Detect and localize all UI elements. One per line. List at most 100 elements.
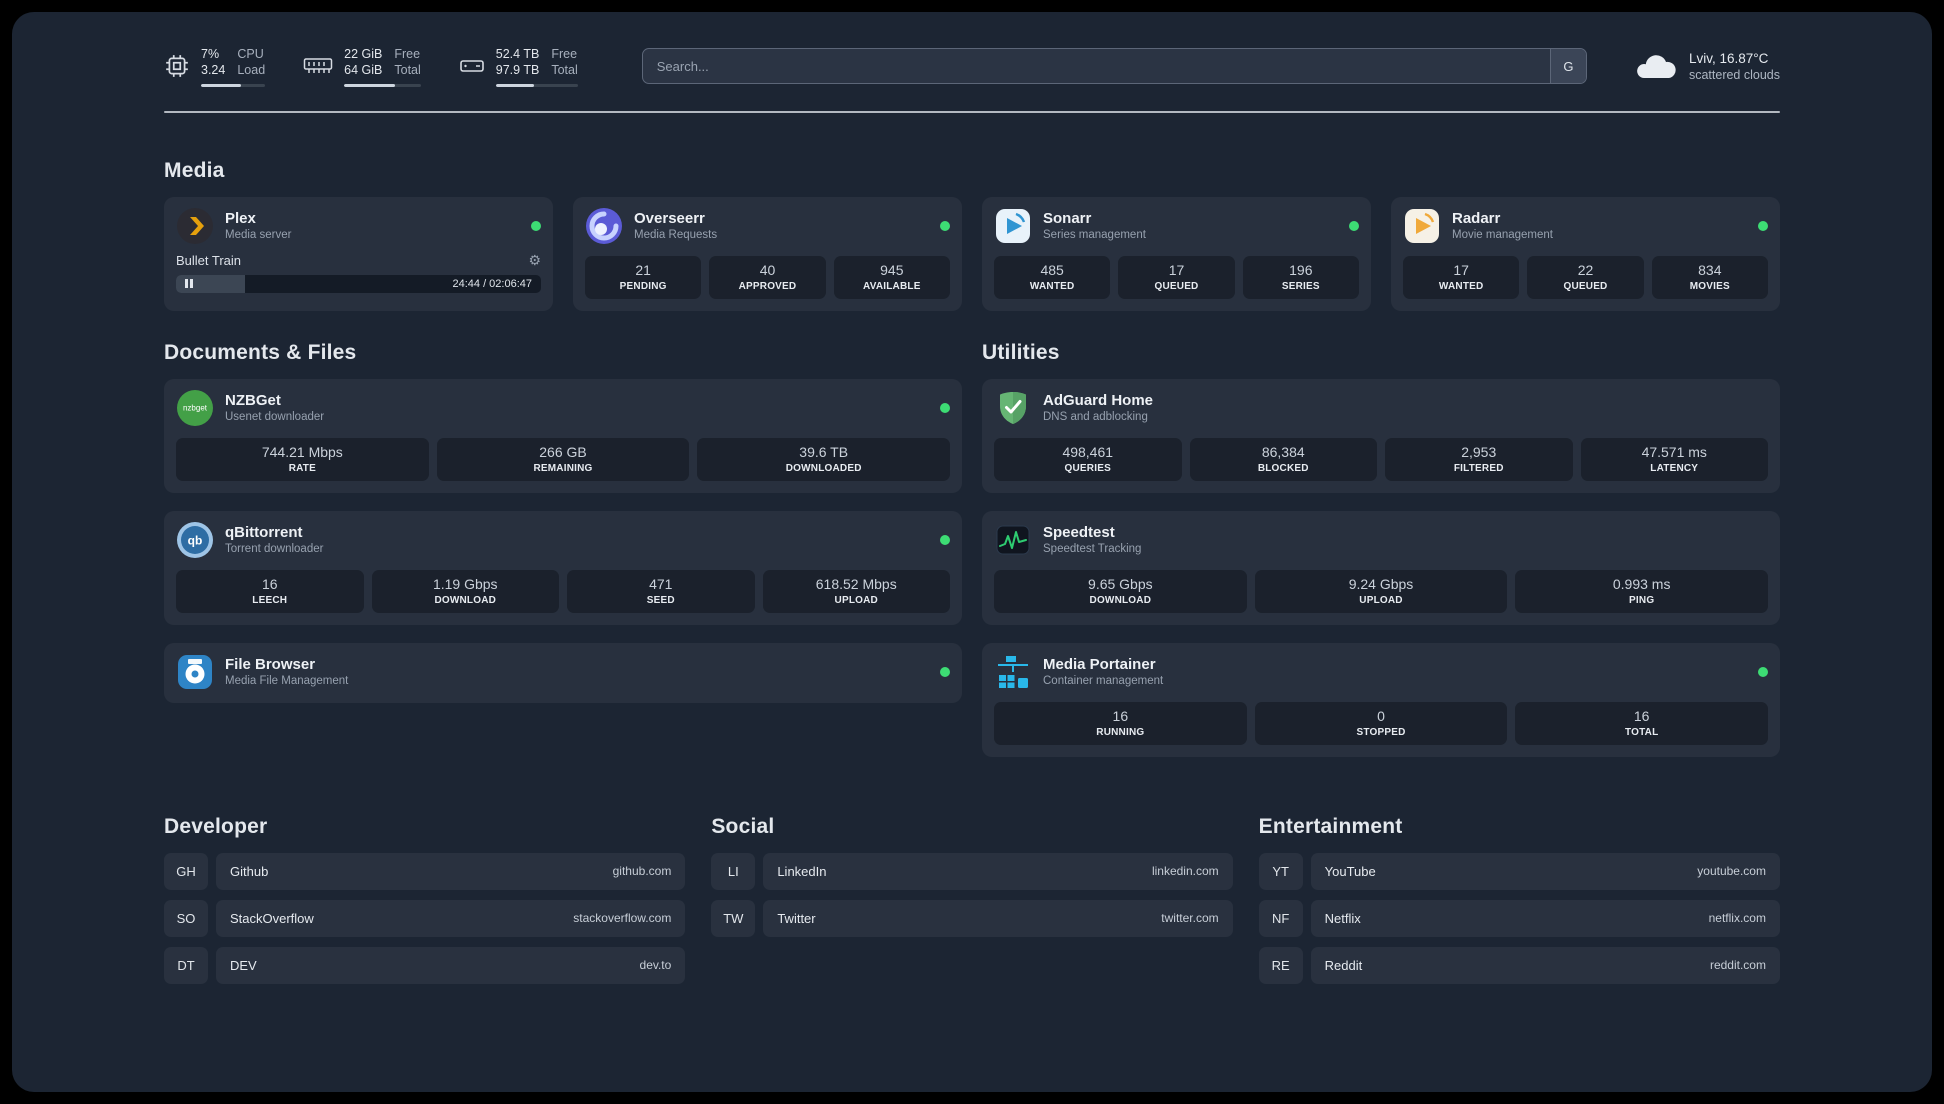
stat-tile: 485 WANTED bbox=[994, 255, 1111, 299]
stat-tile: 498,461 QUERIES bbox=[994, 437, 1182, 481]
search-engine-button[interactable]: G bbox=[1549, 49, 1586, 84]
search-box: G bbox=[641, 48, 1587, 85]
link-youtube[interactable]: YT YouTube youtube.com bbox=[1258, 852, 1780, 890]
memory-widget: 22 GiB 64 GiB Free Total bbox=[303, 46, 421, 87]
link-abbr: YT bbox=[1258, 852, 1303, 890]
speedtest-icon bbox=[996, 525, 1030, 554]
service-subtitle: DNS and adblocking bbox=[1043, 411, 1148, 423]
cpu-usage-label: CPU bbox=[237, 47, 264, 61]
stat-tile: 2,953 FILTERED bbox=[1385, 437, 1573, 481]
memory-icon bbox=[303, 58, 333, 74]
service-title: Overseerr bbox=[634, 210, 705, 227]
service-card-qbittorrent[interactable]: qb qBittorrent Torrent downloader 16 LEE… bbox=[164, 510, 962, 625]
link-abbr: LI bbox=[711, 852, 756, 890]
stat-tile: 196 SERIES bbox=[1242, 255, 1359, 299]
playback-progress-bar[interactable]: 24:44 / 02:06:47 bbox=[176, 274, 541, 293]
memory-free-label: Free bbox=[394, 47, 421, 61]
plex-icon bbox=[177, 207, 213, 244]
service-title: NZBGet bbox=[225, 392, 281, 409]
status-dot bbox=[1758, 666, 1768, 677]
service-card-speedtest[interactable]: Speedtest Speedtest Tracking 9.65 Gbps D… bbox=[982, 510, 1780, 625]
stat-tile: 1.19 Gbps DOWNLOAD bbox=[371, 569, 559, 613]
disk-free-label: Free bbox=[551, 47, 578, 61]
section-utilities: Utilities AdGuard Home DNS and adblockin… bbox=[982, 341, 1780, 757]
link-netflix[interactable]: NF Netflix netflix.com bbox=[1258, 899, 1780, 937]
status-dot bbox=[940, 402, 950, 413]
pause-icon[interactable] bbox=[185, 279, 193, 288]
stat-tile: 945 AVAILABLE bbox=[833, 255, 950, 299]
service-card-portainer[interactable]: Media Portainer Container management 16 … bbox=[982, 642, 1780, 757]
stat-tile: 9.24 Gbps UPLOAD bbox=[1254, 569, 1508, 613]
service-title: Sonarr bbox=[1043, 210, 1092, 227]
qbittorrent-icon: qb bbox=[177, 521, 213, 558]
service-card-radarr[interactable]: Radarr Movie management 17 WANTED 22 QUE… bbox=[1391, 196, 1780, 311]
link-abbr: NF bbox=[1258, 899, 1303, 937]
service-subtitle: Usenet downloader bbox=[225, 411, 325, 423]
cpu-chip-icon bbox=[166, 55, 188, 78]
link-abbr: SO bbox=[164, 899, 208, 937]
link-stackoverflow[interactable]: SO StackOverflow stackoverflow.com bbox=[164, 899, 686, 937]
playback-time: 24:44 / 02:06:47 bbox=[452, 277, 532, 290]
service-card-sonarr[interactable]: Sonarr Series management 485 WANTED 17 Q… bbox=[982, 196, 1371, 311]
status-dot bbox=[1349, 220, 1359, 231]
stat-tile: 744.21 Mbps RATE bbox=[176, 437, 429, 481]
service-title: Plex bbox=[225, 210, 256, 227]
service-title: AdGuard Home bbox=[1043, 392, 1154, 409]
section-title-media: Media bbox=[164, 158, 225, 182]
section-title-developer: Developer bbox=[164, 814, 268, 838]
cpu-usage-value: 7% bbox=[201, 47, 220, 61]
section-social: Social LI LinkedIn linkedin.com TW Twitt… bbox=[711, 814, 1233, 984]
service-subtitle: Torrent downloader bbox=[225, 543, 324, 555]
stat-tile: 40 APPROVED bbox=[709, 255, 826, 299]
memory-total-value: 64 GiB bbox=[344, 63, 383, 78]
weather-widget: Lviv, 16.87°C scattered clouds bbox=[1633, 50, 1780, 82]
now-playing-track: Bullet Train bbox=[176, 252, 242, 268]
service-card-adguard[interactable]: AdGuard Home DNS and adblocking 498,461 … bbox=[982, 378, 1780, 493]
service-title: Radarr bbox=[1452, 210, 1501, 227]
link-reddit[interactable]: RE Reddit reddit.com bbox=[1258, 946, 1780, 984]
disk-free-value: 52.4 TB bbox=[495, 47, 540, 61]
stat-tile: 618.52 Mbps UPLOAD bbox=[762, 569, 950, 613]
memory-free-value: 22 GiB bbox=[344, 47, 383, 61]
status-dot bbox=[940, 534, 950, 545]
service-title: Speedtest bbox=[1043, 524, 1115, 541]
service-card-nzbget[interactable]: nzbget NZBGet Usenet downloader 744.21 M… bbox=[164, 378, 962, 493]
service-subtitle: Series management bbox=[1043, 229, 1146, 241]
link-twitter[interactable]: TW Twitter twitter.com bbox=[711, 899, 1233, 937]
stat-tile: 39.6 TB DOWNLOADED bbox=[697, 437, 951, 481]
section-title-utilities: Utilities bbox=[982, 340, 1060, 364]
service-card-filebrowser[interactable]: File Browser Media File Management bbox=[164, 642, 962, 703]
section-title-social: Social bbox=[711, 814, 775, 838]
link-github[interactable]: GH Github github.com bbox=[164, 852, 686, 890]
link-dev[interactable]: DT DEV dev.to bbox=[164, 946, 686, 984]
top-bar: 7% 3.24 CPU Load 22 GiB 64 GiB Free Tota… bbox=[164, 12, 1780, 87]
service-subtitle: Media File Management bbox=[225, 675, 349, 687]
section-developer: Developer GH Github github.com SO StackO… bbox=[164, 814, 686, 984]
weather-condition: scattered clouds bbox=[1688, 67, 1780, 82]
section-title-documents: Documents & Files bbox=[164, 340, 357, 364]
adguard-icon bbox=[1000, 391, 1026, 424]
service-subtitle: Media server bbox=[225, 229, 292, 241]
status-dot bbox=[940, 666, 950, 677]
service-card-plex[interactable]: Plex Media server Bullet Train ⚙ 24:44 /… bbox=[164, 196, 553, 311]
search-input[interactable] bbox=[641, 48, 1587, 85]
disk-total-label: Total bbox=[551, 63, 578, 78]
memory-total-label: Total bbox=[394, 63, 421, 78]
section-documents: Documents & Files nzbget NZBGet Usenet d… bbox=[164, 341, 962, 703]
stat-tile: 16 RUNNING bbox=[994, 701, 1247, 745]
section-media: Media Plex Media server Bullet Train ⚙ 2… bbox=[164, 159, 1780, 311]
svg-text:qb: qb bbox=[188, 533, 203, 547]
memory-meter bbox=[344, 83, 421, 87]
link-linkedin[interactable]: LI LinkedIn linkedin.com bbox=[711, 852, 1233, 890]
stat-tile: 47.571 ms LATENCY bbox=[1580, 437, 1768, 481]
dashboard: 7% 3.24 CPU Load 22 GiB 64 GiB Free Tota… bbox=[12, 12, 1932, 1092]
section-title-entertainment: Entertainment bbox=[1258, 814, 1403, 838]
gear-icon[interactable]: ⚙ bbox=[528, 253, 541, 267]
stat-tile: 0.993 ms PING bbox=[1515, 569, 1769, 613]
stat-tile: 834 MOVIES bbox=[1651, 255, 1768, 299]
service-subtitle: Speedtest Tracking bbox=[1043, 543, 1142, 555]
disk-meter bbox=[495, 83, 578, 87]
radarr-icon bbox=[1405, 208, 1439, 243]
cpu-load-value: 3.24 bbox=[201, 63, 226, 78]
service-card-overseerr[interactable]: Overseerr Media Requests 21 PENDING 40 A… bbox=[573, 196, 962, 311]
